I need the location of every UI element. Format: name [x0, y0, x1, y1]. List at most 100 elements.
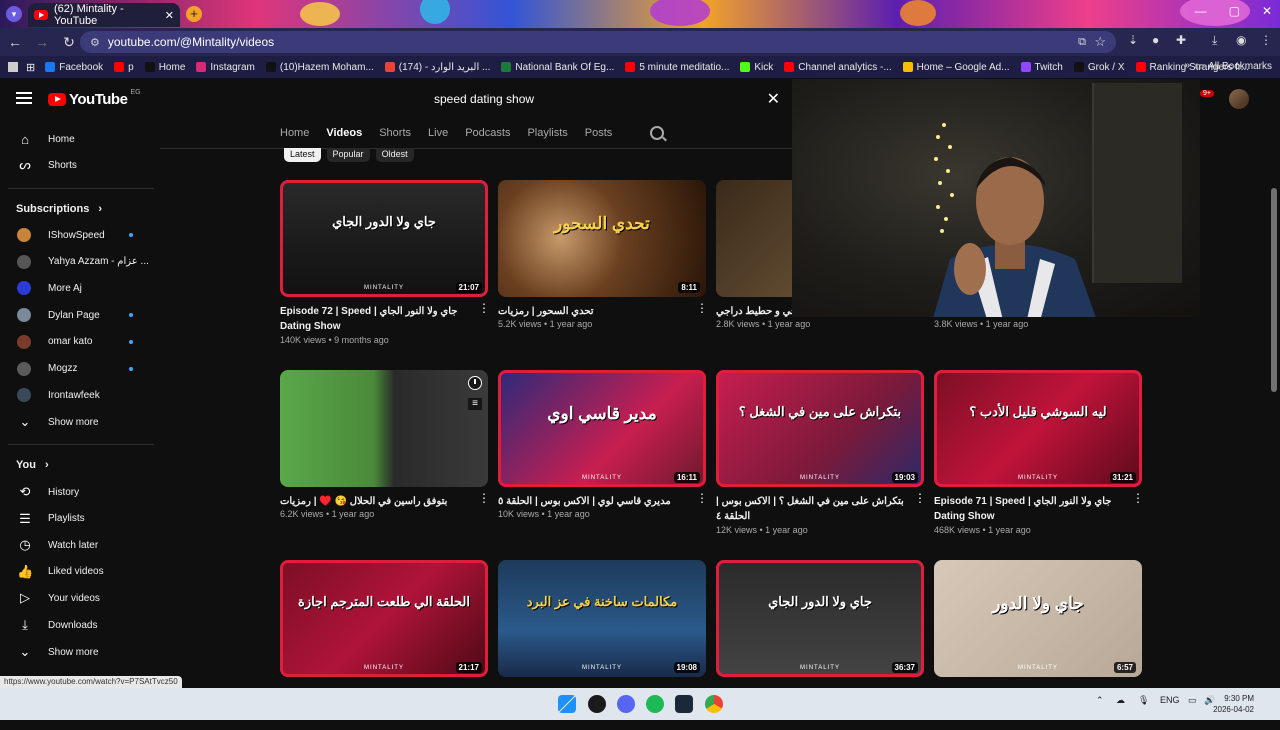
chip-oldest[interactable]: Oldest	[375, 148, 414, 162]
video-title[interactable]: تحدي السحور | رمزيات	[498, 304, 694, 319]
grid-icon[interactable]: ⊞	[26, 61, 35, 74]
chip-popular[interactable]: Popular	[326, 148, 370, 162]
bookmark-item[interactable]: (10)Hazem Moham...	[265, 62, 374, 73]
sidebar-subscription[interactable]: Irontawfeek	[0, 382, 156, 408]
extensions-puzzle-icon[interactable]: ✚	[1176, 33, 1186, 47]
sidebar-subscription[interactable]: omar kato	[0, 329, 156, 355]
spotify-icon[interactable]	[646, 695, 664, 713]
search-input[interactable]: speed dating show ✕	[424, 86, 790, 112]
video-card[interactable]: تحدي السحور 8:11 تحدي السحور | رمزيات 5.2K …	[498, 180, 708, 350]
video-card[interactable]: جاي ولا الدور الجاي MINTALITY 21:07 Episode…	[280, 180, 490, 350]
video-card[interactable]: ≡ بتوفق راسين في الحلال 😘 ♥️ | رمزيات 6.2K…	[280, 370, 490, 540]
more-options-icon[interactable]: ⋮	[696, 302, 708, 314]
video-thumbnail[interactable]: بتكراش على مين في الشغل ؟ MINTALITY 19:03	[716, 370, 924, 487]
sidebar-subscription[interactable]: Mogzz	[0, 356, 156, 382]
extension-circle-icon[interactable]: ●	[1152, 33, 1159, 47]
sidebar-subscription[interactable]: More Aj	[0, 275, 156, 301]
mic-tray-icon[interactable]: 🎙	[1138, 695, 1149, 706]
downloads-icon[interactable]: ⤓	[1212, 33, 1217, 48]
channel-search-icon[interactable]	[650, 126, 664, 140]
video-title[interactable]: بتوفق راسين في الحلال 😘 ♥️ | رمزيات	[280, 494, 476, 509]
network-tray-icon[interactable]: ☁	[1116, 695, 1125, 706]
video-thumbnail[interactable]: تحدي السحور 8:11	[498, 180, 706, 297]
new-tab-button[interactable]: +	[186, 6, 202, 22]
bookmark-item[interactable]: Facebook	[45, 62, 103, 73]
forward-icon[interactable]: →	[30, 34, 54, 50]
you-heading[interactable]: You ›	[16, 459, 49, 471]
bookmark-item[interactable]: 5 minute meditatio...	[625, 62, 729, 73]
tab-podcasts[interactable]: Podcasts	[465, 122, 510, 146]
all-bookmarks[interactable]: ▭ All Bookmarks	[1195, 61, 1272, 72]
more-options-icon[interactable]: ⋮	[478, 302, 490, 314]
bookmarks-overflow-icon[interactable]: »	[1184, 60, 1190, 71]
steam-icon[interactable]	[675, 695, 693, 713]
minimize-icon[interactable]: —	[1195, 4, 1207, 18]
chrome-icon[interactable]	[705, 695, 723, 713]
browser-profile-icon[interactable]: ▾	[6, 6, 22, 22]
sidebar-subscription[interactable]: Dylan Page	[0, 302, 156, 328]
address-bar[interactable]: ⚙ youtube.com/@Mintality/videos ⧉ ☆	[80, 31, 1116, 53]
tab-shorts[interactable]: Shorts	[379, 122, 411, 146]
show-more-you[interactable]: ⌄ Show more	[0, 639, 156, 665]
more-options-icon[interactable]: ⋮	[1132, 492, 1144, 504]
clear-search-icon[interactable]: ✕	[767, 89, 780, 109]
tray-overflow-icon[interactable]: ⌃	[1096, 695, 1104, 706]
sidebar-item-shorts[interactable]: ᔕ Shorts	[0, 152, 156, 178]
sidebar-subscription[interactable]: Yahya Azzam - عزام ...	[0, 249, 156, 275]
add-to-queue-icon[interactable]: ≡	[468, 398, 482, 410]
back-icon[interactable]: ←	[3, 34, 27, 50]
sidebar-item-your-videos[interactable]: ▷ Your videos	[0, 585, 156, 611]
bookmark-item[interactable]: Twitch	[1020, 62, 1063, 73]
bookmark-item[interactable]: Grok / X	[1073, 62, 1125, 73]
page-scrollbar[interactable]	[1268, 122, 1280, 688]
more-options-icon[interactable]: ⋮	[914, 492, 926, 504]
obs-icon[interactable]	[588, 695, 606, 713]
video-card[interactable]: بتكراش على مين في الشغل ؟ MINTALITY 19:03 ب…	[716, 370, 926, 540]
menu-icon[interactable]	[16, 92, 32, 104]
chip-latest[interactable]: Latest	[284, 148, 321, 162]
sidebar-item-history[interactable]: ⟲ History	[0, 479, 156, 505]
video-card[interactable]: ليه السوشي قليل الأدب ؟ MINTALITY 31:21 Epi…	[934, 370, 1144, 540]
tab-close-icon[interactable]: ✕	[165, 9, 174, 22]
bookmark-item[interactable]: Channel analytics -...	[784, 62, 892, 73]
sidebar-item-liked-videos[interactable]: 👍 Liked videos	[0, 559, 156, 585]
reload-icon[interactable]: ↻	[57, 34, 81, 51]
sidebar-item-watch-later[interactable]: ◷ Watch later	[0, 532, 156, 558]
tab-videos[interactable]: Videos	[326, 122, 362, 146]
account-avatar[interactable]	[1229, 89, 1249, 109]
more-options-icon[interactable]: ⋮	[478, 492, 490, 504]
windows-start-icon[interactable]	[558, 695, 576, 713]
browser-tab[interactable]: (62) Mintality - YouTube ✕	[28, 3, 180, 27]
tab-home[interactable]: Home	[280, 122, 309, 146]
sidebar-item-downloads[interactable]: ⤓ Downloads	[0, 612, 156, 638]
display-tray-icon[interactable]: ▭	[1188, 695, 1197, 706]
bookmark-item[interactable]: (174) - البريد الوارد ...	[384, 62, 490, 73]
bookmark-item[interactable]: Kick	[740, 62, 773, 73]
bookmark-item[interactable]: National Bank Of Eg...	[501, 62, 614, 73]
bookmark-item[interactable]: Home – Google Ad...	[902, 62, 1010, 73]
tab-live[interactable]: Live	[428, 122, 448, 146]
show-more-subscriptions[interactable]: ⌄ Show more	[0, 409, 156, 435]
system-clock[interactable]: 9:30 PM 2026-04-02	[1213, 693, 1254, 715]
bookmark-item[interactable]: Home	[144, 62, 185, 73]
site-info-icon[interactable]: ⚙	[90, 36, 100, 49]
discord-icon[interactable]	[617, 695, 635, 713]
video-thumbnail[interactable]: ليه السوشي قليل الأدب ؟ MINTALITY 31:21	[934, 370, 1142, 487]
subscriptions-heading[interactable]: Subscriptions ›	[16, 203, 102, 215]
bookmark-item[interactable]: Instagram	[196, 62, 255, 73]
scrollbar-thumb[interactable]	[1271, 188, 1277, 392]
apps-icon[interactable]	[8, 62, 18, 72]
video-thumbnail[interactable]: الحلقة الي طلعت المترجم اجازة MINTALITY 21…	[280, 560, 488, 677]
watch-later-icon[interactable]	[468, 376, 482, 390]
video-thumbnail[interactable]: جاي ولا الدور MINTALITY 6:57	[934, 560, 1142, 677]
video-title[interactable]: مديري قاسي لوي | الاكس بوس | الحلقة ٥	[498, 494, 694, 509]
video-card[interactable]: مدير قاسي اوي MINTALITY 16:11 مديري قاسي لو…	[498, 370, 708, 540]
bookmark-item[interactable]: p	[114, 62, 134, 73]
tab-playlists[interactable]: Playlists	[527, 122, 567, 146]
video-thumbnail[interactable]: ≡	[280, 370, 488, 487]
browser-menu-icon[interactable]: ⋮	[1260, 33, 1272, 47]
video-title[interactable]: Episode 71 | Speed | جاي ولا النور الجاي…	[934, 494, 1130, 524]
bookmark-star-icon[interactable]: ☆	[1094, 34, 1106, 50]
sidebar-item-home[interactable]: ⌂ Home	[0, 126, 156, 152]
profile-avatar-icon[interactable]: ◉	[1236, 33, 1246, 47]
